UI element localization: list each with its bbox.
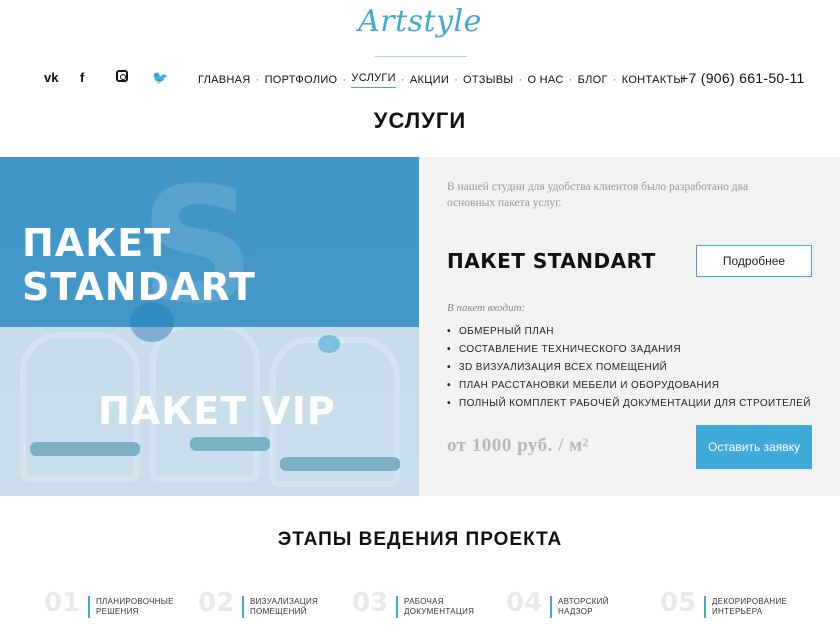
price: от 1000 руб. / м²: [447, 435, 589, 456]
hero-image: S ПАКЕТ STANDART ПАКЕТ VIP: [0, 157, 419, 496]
stage-number: 03: [352, 588, 389, 618]
social-links: vk f 🐦: [44, 70, 188, 88]
nav-separator: ·: [255, 74, 260, 86]
stage-item: 05 ДЕКОРИРОВАНИЕ ИНТЕРЬЕРА: [660, 588, 814, 622]
feature-text: СОСТАВЛЕНИЕ ТЕХНИЧЕСКОГО ЗАДАНИЯ: [459, 344, 681, 355]
stages-title: ЭТАПЫ ВЕДЕНИЯ ПРОЕКТА: [277, 529, 563, 550]
instagram-icon[interactable]: [116, 70, 152, 88]
feature-text: ОБМЕРНЫЙ ПЛАН: [459, 326, 554, 337]
page-title: УСЛУГИ: [373, 108, 467, 133]
stage-divider: [242, 596, 244, 618]
nav-item-reviews[interactable]: ОТЗЫВЫ: [463, 74, 513, 86]
feature-list: • ОБМЕРНЫЙ ПЛАН • СОСТАВЛЕНИЕ ТЕХНИЧЕСКОГО…: [447, 323, 811, 413]
logo-underline: [375, 56, 467, 57]
phone-number[interactable]: +7 (906) 661-50-11: [680, 70, 805, 86]
logo-text: Artstyle: [358, 4, 482, 39]
stage-label: ВИЗУАЛИЗАЦИЯ ПОМЕЩЕНИЙ: [250, 597, 319, 616]
feature-text: ПЛАН РАССТАНОВКИ МЕБЕЛИ И ОБОРУДОВАНИЯ: [459, 380, 720, 391]
bullet-icon: •: [447, 398, 451, 409]
bullet-icon: •: [447, 344, 451, 355]
stage-number: 02: [198, 588, 235, 618]
nav-item-contacts[interactable]: КОНТАКТЫ: [622, 74, 684, 86]
bullet-icon: •: [447, 362, 451, 373]
nav-item-portfolio[interactable]: ПОРТФОЛИО: [265, 74, 338, 86]
main-nav: ГЛАВНАЯ · ПОРТФОЛИО · УСЛУГИ · АКЦИИ · О…: [198, 72, 683, 88]
stage-divider: [550, 596, 552, 618]
includes-label: В пакет входит:: [447, 302, 526, 314]
stage-label: АВТОРСКИЙ НАДЗОР: [558, 597, 609, 616]
stage-number: 04: [506, 588, 543, 618]
nav-separator: ·: [454, 74, 459, 86]
package-vip-tab[interactable]: ПАКЕТ VIP: [98, 389, 336, 433]
nav-item-home[interactable]: ГЛАВНАЯ: [198, 74, 251, 86]
nav-separator: ·: [342, 74, 347, 86]
order-button[interactable]: Оставить заявку: [696, 425, 812, 469]
bullet-icon: •: [447, 326, 451, 337]
instagram-glyph: [116, 70, 128, 82]
nav-separator: ·: [518, 74, 523, 86]
stage-divider: [396, 596, 398, 618]
feature-item: • ПОЛНЫЙ КОМПЛЕКТ РАБОЧЕЙ ДОКУМЕНТАЦИИ ДЛ…: [447, 395, 811, 413]
stage-item: 01 ПЛАНИРОВОЧНЫЕ РЕШЕНИЯ: [44, 588, 198, 622]
stages-list: 01 ПЛАНИРОВОЧНЫЕ РЕШЕНИЯ 02 ВИЗУАЛИЗАЦИЯ…: [44, 588, 814, 622]
nav-item-services[interactable]: УСЛУГИ: [351, 72, 396, 88]
stage-item: 02 ВИЗУАЛИЗАЦИЯ ПОМЕЩЕНИЙ: [198, 588, 352, 622]
stage-item: 03 РАБОЧАЯ ДОКУМЕНТАЦИЯ: [352, 588, 506, 622]
stage-number: 01: [44, 588, 81, 618]
stage-label: ПЛАНИРОВОЧНЫЕ РЕШЕНИЯ: [96, 597, 174, 616]
nav-separator: ·: [612, 74, 617, 86]
feature-item: • ОБМЕРНЫЙ ПЛАН: [447, 323, 811, 341]
stage-label: ДЕКОРИРОВАНИЕ ИНТЕРЬЕРА: [712, 597, 788, 616]
feature-text: 3D ВИЗУАЛИЗАЦИЯ ВСЕХ ПОМЕЩЕНИЙ: [459, 362, 668, 373]
feature-text: ПОЛНЫЙ КОМПЛЕКТ РАБОЧЕЙ ДОКУМЕНТАЦИИ ДЛЯ…: [459, 398, 811, 409]
more-button[interactable]: Подробнее: [696, 245, 812, 277]
bullet-icon: •: [447, 380, 451, 391]
stage-label: РАБОЧАЯ ДОКУМЕНТАЦИЯ: [404, 597, 475, 616]
package-details-panel: В нашей студии для удобства клиентов был…: [419, 157, 840, 496]
nav-item-promotions[interactable]: АКЦИИ: [410, 74, 449, 86]
feature-item: • СОСТАВЛЕНИЕ ТЕХНИЧЕСКОГО ЗАДАНИЯ: [447, 341, 811, 359]
twitter-icon[interactable]: 🐦: [152, 70, 188, 88]
vk-icon[interactable]: vk: [44, 70, 80, 88]
nav-item-blog[interactable]: БЛОГ: [578, 74, 608, 86]
nav-item-about[interactable]: О НАС: [527, 74, 563, 86]
intro-text: В нашей студии для удобства клиентов был…: [447, 181, 749, 209]
nav-separator: ·: [400, 74, 405, 86]
package-standart-tab[interactable]: ПАКЕТ STANDART: [22, 221, 419, 309]
nav-separator: ·: [568, 74, 573, 86]
package-title: ПАКЕТ STANDART: [447, 249, 656, 273]
logo[interactable]: Artstyle: [0, 4, 840, 39]
feature-item: • ПЛАН РАССТАНОВКИ МЕБЕЛИ И ОБОРУДОВАНИЯ: [447, 377, 811, 395]
feature-item: • 3D ВИЗУАЛИЗАЦИЯ ВСЕХ ПОМЕЩЕНИЙ: [447, 359, 811, 377]
stage-number: 05: [660, 588, 697, 618]
stage-divider: [88, 596, 90, 618]
stage-divider: [704, 596, 706, 618]
stage-item: 04 АВТОРСКИЙ НАДЗОР: [506, 588, 660, 622]
facebook-icon[interactable]: f: [80, 70, 116, 88]
